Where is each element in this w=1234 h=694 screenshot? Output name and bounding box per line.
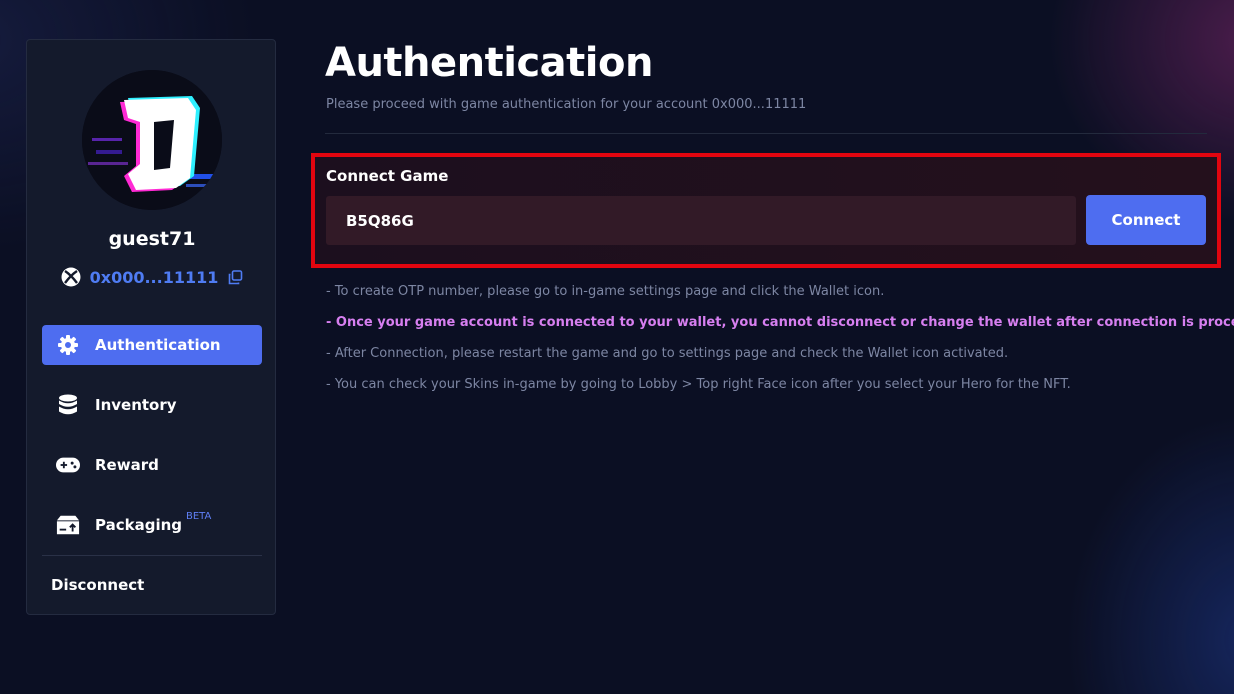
package-icon <box>56 513 80 537</box>
sidebar-item-packaging[interactable]: Packaging BETA <box>42 505 262 545</box>
avatar <box>82 70 222 210</box>
sidebar: guest71 0x000...11111 Authentication Inv… <box>26 39 276 615</box>
connect-game-label: Connect Game <box>326 167 449 185</box>
sidebar-divider <box>42 555 262 556</box>
sidebar-item-reward[interactable]: Reward <box>42 445 262 485</box>
gamepad-icon <box>56 453 80 477</box>
warning-item: - Once your game account is connected to… <box>326 315 1234 330</box>
sidebar-item-label: Authentication <box>95 336 221 354</box>
sidebar-item-inventory[interactable]: Inventory <box>42 385 262 425</box>
instruction-item: - You can check your Skins in-game by go… <box>326 377 1071 392</box>
otp-input[interactable] <box>326 196 1076 245</box>
header-divider <box>325 133 1207 134</box>
database-icon <box>56 393 80 417</box>
sidebar-nav: Authentication Inventory Reward Packagin… <box>42 325 262 565</box>
beta-badge: BETA <box>186 510 212 522</box>
copy-icon[interactable] <box>228 269 243 285</box>
page-title: Authentication <box>325 40 653 86</box>
xbox-icon <box>61 267 81 287</box>
wallet-address-row: 0x000...11111 <box>27 267 277 287</box>
game-logo-icon <box>82 70 222 210</box>
sidebar-item-label: Packaging <box>95 516 182 534</box>
gear-icon <box>56 333 80 357</box>
sidebar-item-authentication[interactable]: Authentication <box>42 325 262 365</box>
sidebar-item-label: Reward <box>95 456 159 474</box>
page-subtitle: Please proceed with game authentication … <box>326 97 807 112</box>
wallet-address: 0x000...11111 <box>89 267 219 287</box>
connect-button[interactable]: Connect <box>1086 195 1206 245</box>
instructions-list: - To create OTP number, please go to in-… <box>326 283 1234 407</box>
username: guest71 <box>108 228 196 250</box>
instruction-item: - To create OTP number, please go to in-… <box>326 284 885 299</box>
disconnect-button[interactable]: Disconnect <box>51 576 144 594</box>
instruction-item: - After Connection, please restart the g… <box>326 346 1009 361</box>
connect-game-panel: Connect Game Connect <box>311 153 1221 268</box>
sidebar-item-label: Inventory <box>95 396 177 414</box>
